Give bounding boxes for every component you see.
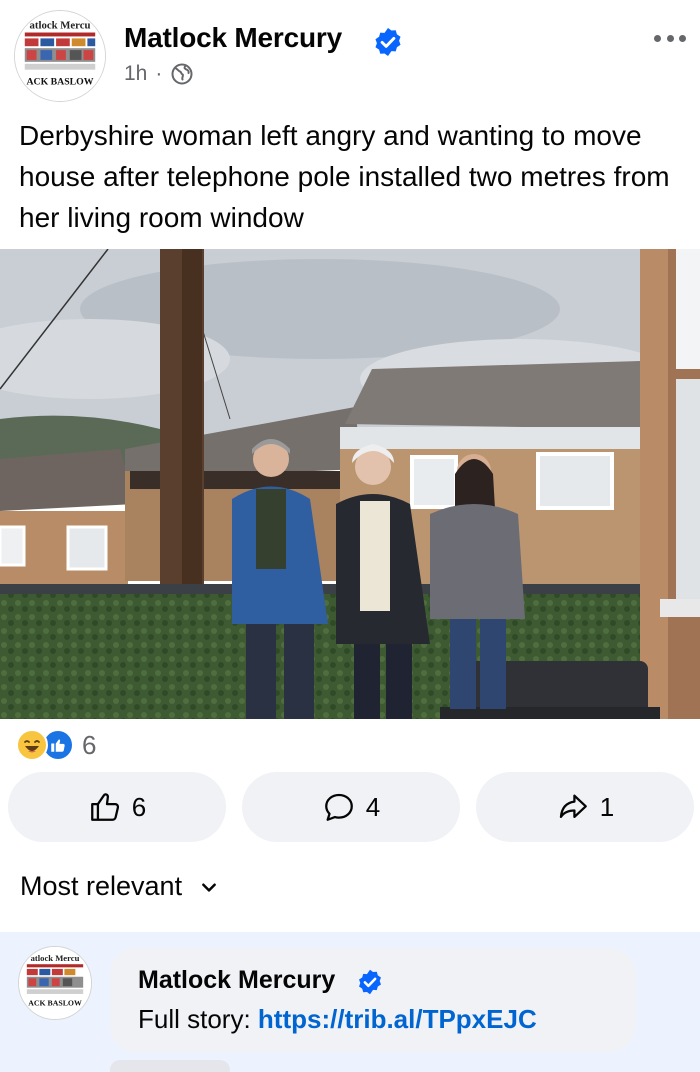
- meta-separator: ·: [155, 62, 163, 85]
- comment-bubble-icon: [324, 793, 353, 821]
- chevron-down-icon: [202, 883, 216, 892]
- avatar-footer-text: ACK BASLOW: [26, 76, 93, 87]
- reactions-summary[interactable]: 6: [16, 728, 96, 762]
- like-count: 6: [131, 791, 147, 822]
- verified-badge-icon: [375, 28, 401, 56]
- next-comment-preview: [110, 1060, 230, 1072]
- comment-text-prefix: Full story:: [138, 1004, 258, 1034]
- comment-button[interactable]: 4: [242, 772, 460, 842]
- like-button[interactable]: 6: [8, 772, 226, 842]
- comment-avatar-footer: ACK BASLOW: [28, 999, 82, 1008]
- more-options-icon[interactable]: [650, 26, 690, 50]
- haha-reaction-icon: [16, 729, 48, 761]
- comment-author-name[interactable]: Matlock Mercury: [138, 966, 335, 995]
- comment-text: Full story: https://trib.al/TPpxEJC: [138, 1004, 537, 1035]
- share-arrow-icon: [559, 794, 587, 819]
- comment-item: atlock Mercu ACK BASLOW Matlock Mercury …: [0, 932, 700, 1072]
- comment-sort-dropdown[interactable]: Most relevant: [20, 871, 218, 902]
- comment-bubble: Matlock Mercury Full story: https://trib…: [110, 948, 636, 1052]
- page-name[interactable]: Matlock Mercury: [124, 22, 342, 54]
- comment-author-avatar[interactable]: atlock Mercu ACK BASLOW: [18, 946, 92, 1020]
- post-time[interactable]: 1h: [124, 62, 147, 86]
- comment-avatar-masthead: atlock Mercu: [31, 953, 80, 963]
- reactions-count: 6: [82, 729, 97, 760]
- avatar-masthead-text: atlock Mercu: [30, 20, 91, 32]
- comment-sort-label: Most relevant: [20, 871, 183, 901]
- verified-badge-icon: [359, 969, 381, 995]
- post-meta: 1h ·: [124, 62, 194, 86]
- globe-icon: [171, 63, 193, 85]
- post-photo[interactable]: [0, 249, 700, 719]
- thumbs-up-icon: [90, 793, 119, 821]
- comment-count: 4: [365, 791, 381, 822]
- share-button[interactable]: 1: [476, 772, 694, 842]
- post-actions: 6 4 1: [8, 772, 694, 842]
- post-text: Derbyshire woman left angry and wanting …: [19, 120, 670, 233]
- share-count: 1: [599, 791, 615, 822]
- page-avatar[interactable]: atlock Mercu ACK BASLOW: [14, 10, 106, 102]
- comment-link[interactable]: https://trib.al/TPpxEJC: [258, 1004, 537, 1034]
- post-header: atlock Mercu ACK BASLOW Matlock Mercury …: [0, 0, 700, 108]
